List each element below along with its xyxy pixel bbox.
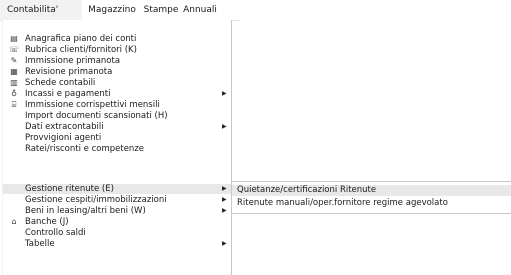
menu-item-tabelle[interactable]: Tabelle ▶ bbox=[3, 239, 231, 249]
menu-item-ratei-risconti[interactable]: Ratei/risconti e competenze bbox=[3, 144, 231, 154]
menu-item-controllo-saldi[interactable]: Controllo saldi bbox=[3, 228, 231, 238]
submenu-arrow-icon: ▶ bbox=[222, 196, 227, 203]
menu-item-gestione-ritenute[interactable]: Gestione ritenute (E) ▶ bbox=[3, 184, 231, 194]
menu-item-import-documenti[interactable]: Import documenti scansionati (H) bbox=[3, 111, 231, 121]
book-icon: ▤ bbox=[10, 34, 18, 43]
document-icon: ▦ bbox=[10, 67, 18, 76]
menu-item-label: Banche (J) bbox=[25, 217, 69, 227]
menu-annuali[interactable]: Annuali bbox=[182, 0, 218, 20]
menu-item-rubrica-clienti-fornitori[interactable]: ☏ Rubrica clienti/fornitori (K) bbox=[3, 45, 231, 55]
gestione-ritenute-submenu: Quietanze/certificazioni Ritenute Ritenu… bbox=[231, 181, 511, 214]
menu-item-revisione-primanota[interactable]: ▦ Revisione primanota bbox=[3, 67, 231, 77]
submenu-arrow-icon: ▶ bbox=[222, 240, 227, 247]
menu-item-banche[interactable]: ⌂ Banche (J) bbox=[3, 217, 231, 227]
contabilita-dropdown-menu: ▤ Anagrafica piano dei conti ☏ Rubrica c… bbox=[2, 20, 232, 275]
menu-item-label: Rubrica clienti/fornitori (K) bbox=[25, 45, 137, 55]
menu-item-immissione-corrispettivi[interactable]: ⌸ Immissione corrispettivi mensili bbox=[3, 100, 231, 110]
menu-item-label: Gestione cespiti/immobilizzazioni bbox=[25, 195, 167, 205]
menu-item-label: Ratei/risconti e competenze bbox=[25, 144, 145, 154]
submenu-arrow-icon: ▶ bbox=[222, 123, 227, 130]
menu-item-label: Immissione primanota bbox=[25, 56, 121, 66]
submenu-item-ritenute-manuali[interactable]: Ritenute manuali/oper.fornitore regime a… bbox=[232, 198, 511, 209]
menu-item-label: Incassi e pagamenti bbox=[25, 89, 111, 99]
menu-item-label: Provvigioni agenti bbox=[25, 133, 102, 143]
menu-item-provvigioni-agenti[interactable]: Provvigioni agenti bbox=[3, 133, 231, 143]
menu-item-dati-extracontabili[interactable]: Dati extracontabili ▶ bbox=[3, 122, 231, 132]
submenu-item-label: Ritenute manuali/oper.fornitore regime a… bbox=[237, 198, 448, 208]
cash-register-icon: ⌸ bbox=[11, 100, 17, 109]
menu-bar: Contabilita' Magazzino Stampe Annuali bbox=[0, 0, 240, 21]
submenu-arrow-icon: ▶ bbox=[222, 90, 227, 97]
menu-item-beni-leasing[interactable]: Beni in leasing/altri beni (W) ▶ bbox=[3, 206, 231, 216]
menu-contabilita[interactable]: Contabilita' bbox=[0, 0, 82, 20]
menu-stampe[interactable]: Stampe bbox=[141, 0, 181, 20]
menu-magazzino[interactable]: Magazzino bbox=[86, 0, 138, 20]
submenu-arrow-icon: ▶ bbox=[222, 207, 227, 214]
submenu-item-label: Quietanze/certificazioni Ritenute bbox=[237, 185, 377, 195]
submenu-arrow-icon: ▶ bbox=[222, 185, 227, 192]
money-bag-icon: ♁ bbox=[11, 89, 17, 98]
submenu-item-quietanze-certificazioni[interactable]: Quietanze/certificazioni Ritenute bbox=[232, 185, 511, 196]
menu-item-label: Beni in leasing/altri beni (W) bbox=[25, 206, 146, 216]
menu-item-immissione-primanota[interactable]: ✎ Immissione primanota bbox=[3, 56, 231, 66]
bank-icon: ⌂ bbox=[11, 217, 17, 226]
menu-item-label: Anagrafica piano dei conti bbox=[25, 34, 137, 44]
menu-item-label: Gestione ritenute (E) bbox=[25, 184, 114, 194]
address-book-icon: ☏ bbox=[9, 45, 20, 54]
menu-item-label: Tabelle bbox=[25, 239, 55, 249]
menu-item-anagrafica-piano-conti[interactable]: ▤ Anagrafica piano dei conti bbox=[3, 34, 231, 44]
menu-item-schede-contabili[interactable]: ▥ Schede contabili bbox=[3, 78, 231, 88]
menu-item-gestione-cespiti[interactable]: Gestione cespiti/immobilizzazioni ▶ bbox=[3, 195, 231, 205]
menu-item-label: Immissione corrispettivi mensili bbox=[25, 100, 160, 110]
menu-item-label: Schede contabili bbox=[25, 78, 96, 88]
menu-item-label: Controllo saldi bbox=[25, 228, 86, 238]
menu-item-label: Import documenti scansionati (H) bbox=[25, 111, 168, 121]
menu-item-label: Dati extracontabili bbox=[25, 122, 104, 132]
document-edit-icon: ✎ bbox=[10, 56, 18, 65]
menu-item-incassi-pagamenti[interactable]: ♁ Incassi e pagamenti ▶ bbox=[3, 89, 231, 99]
ledger-icon: ▥ bbox=[10, 78, 18, 87]
menu-item-label: Revisione primanota bbox=[25, 67, 113, 77]
